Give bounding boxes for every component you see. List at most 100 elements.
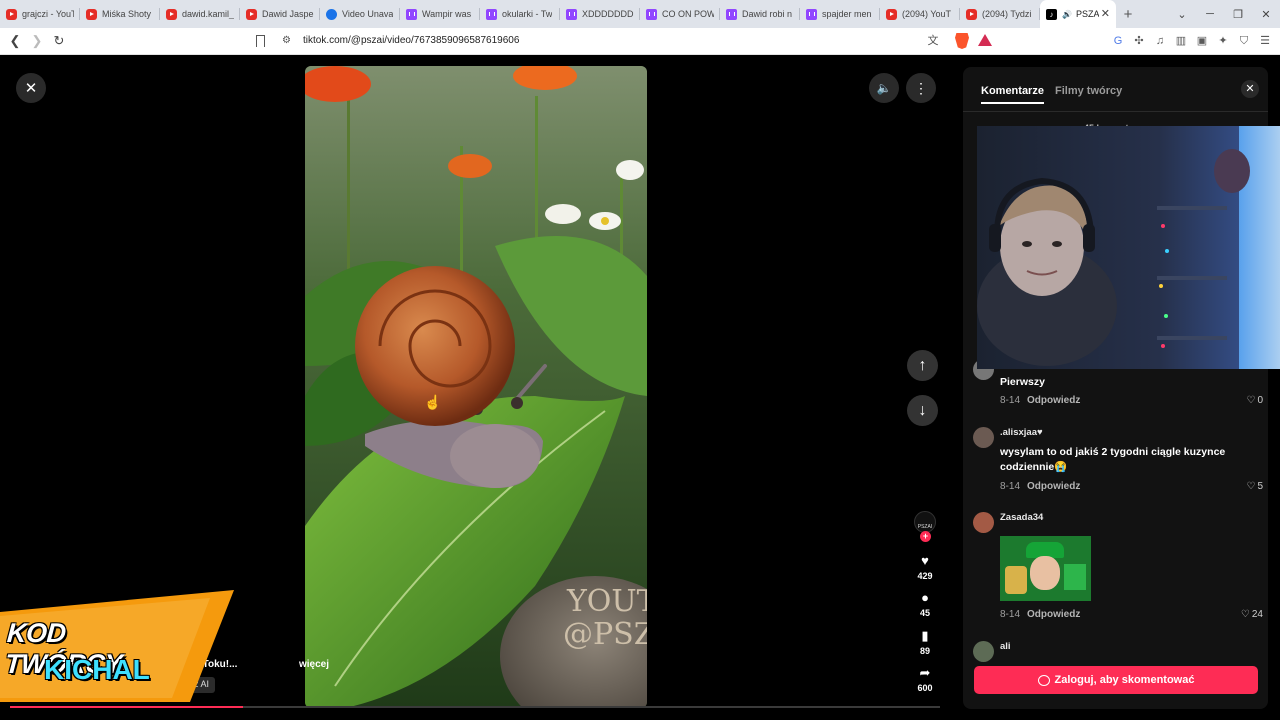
brave-shields-icon[interactable] — [955, 33, 969, 49]
tab-8[interactable]: XDDDDDDD — [560, 0, 640, 28]
tab-5[interactable]: Video Unava — [320, 0, 400, 28]
tab-3[interactable]: dawid.kamil_ — [160, 0, 240, 28]
tab-13[interactable]: (2094) Tydzi — [960, 0, 1040, 28]
volume-button[interactable]: 🔈 — [869, 73, 899, 103]
video-player[interactable]: YOUTU @PSZA — [305, 66, 647, 708]
heart-outline-icon: ♡ — [1246, 481, 1256, 492]
previous-video-button[interactable]: ↑ — [907, 350, 938, 381]
heart-outline-icon: ♡ — [1246, 395, 1256, 406]
tab-7[interactable]: okularki - Tw — [480, 0, 560, 28]
comment-count: 45 — [919, 608, 930, 618]
tab-9[interactable]: CO ON POW — [640, 0, 720, 28]
browser-tab-strip: grajczi - YouT Miśka Shoty dawid.kamil_ … — [0, 0, 1280, 28]
forward-icon[interactable]: ❯ — [27, 33, 47, 49]
chat-bubble-icon — [1037, 674, 1050, 686]
translate-ext-icon[interactable]: G — [1111, 34, 1125, 48]
tab-10[interactable]: Dawid robi n — [720, 0, 800, 28]
comment-like-button[interactable]: ♡ 0 — [1246, 395, 1263, 406]
webcam-overlay — [977, 126, 1280, 369]
new-tab-button[interactable]: + — [1116, 6, 1140, 23]
creator-avatar[interactable]: PSZAI — [914, 511, 936, 533]
tab-1[interactable]: grajczi - YouT — [0, 0, 80, 28]
tab-6[interactable]: Wampir was — [400, 0, 480, 28]
tab-2[interactable]: Miśka Shoty — [80, 0, 160, 28]
bookmark-icon[interactable] — [256, 35, 265, 51]
reply-button[interactable]: Odpowiedz — [1027, 395, 1080, 406]
sidebar-icon[interactable]: ▥ — [1174, 34, 1188, 48]
translate-icon[interactable]: 文 — [926, 34, 940, 48]
comment-like-button[interactable]: ♡ 5 — [1246, 481, 1263, 492]
comment-meta: 8-14 Odpowiedz — [1000, 395, 1081, 406]
comment-button[interactable]: ● 45 — [905, 591, 945, 619]
back-icon[interactable]: ❮ — [5, 33, 25, 49]
next-video-button[interactable]: ↓ — [907, 395, 938, 426]
tab-close-icon[interactable]: ✕ — [1101, 7, 1110, 20]
comment-username[interactable]: ali — [1000, 641, 1011, 652]
minimize-icon[interactable]: ─ — [1196, 8, 1224, 20]
video-progress-bar[interactable] — [10, 706, 940, 708]
leo-ai-icon[interactable]: ✦ — [1216, 34, 1230, 48]
reload-icon[interactable]: ↻ — [49, 33, 69, 49]
save-button[interactable]: ▮ 89 — [905, 628, 945, 657]
hand-cursor-icon: ☝ — [424, 394, 442, 410]
tab-comments[interactable]: Komentarze — [981, 85, 1044, 104]
comment-avatar[interactable] — [973, 427, 994, 448]
youtube-icon — [166, 8, 177, 20]
comment-avatar[interactable] — [973, 512, 994, 533]
share-button[interactable]: ➦ 600 — [905, 665, 945, 694]
twitch-icon — [806, 8, 817, 20]
like-count: 429 — [917, 571, 933, 581]
tab-4[interactable]: Dawid Jaspe — [240, 0, 320, 28]
heart-icon: ♥ — [921, 553, 929, 568]
video-frame-image: YOUTU @PSZA — [305, 66, 647, 708]
extensions-icon[interactable]: ✣ — [1132, 34, 1146, 48]
address-bar[interactable]: tiktok.com/@pszai/video/7673859096587619… — [303, 35, 519, 46]
comment-image[interactable] — [1000, 536, 1091, 601]
extension-icons: G ✣ ♫ ▥ ▣ ✦ ⛉ ☰ — [1111, 34, 1272, 48]
wallet-icon[interactable]: ▣ — [1195, 34, 1209, 48]
comment-text: wysylam to od jakiś 2 tygodni ciągle kuz… — [1000, 446, 1226, 473]
speaker-icon: 🔊 — [1062, 9, 1072, 19]
restore-icon[interactable]: ❐ — [1224, 8, 1252, 21]
youtube-icon — [246, 8, 257, 20]
like-button[interactable]: ♥ 429 — [905, 553, 945, 582]
window-controls: ⌄ ─ ❐ ✕ — [1168, 0, 1280, 28]
tab-tiktok-active[interactable]: ♪ 🔊 PSZA ✕ — [1040, 0, 1116, 28]
follow-plus-icon[interactable]: + — [920, 531, 931, 542]
close-window-icon[interactable]: ✕ — [1252, 8, 1280, 21]
tab-creator-videos[interactable]: Filmy twórcy — [1055, 85, 1122, 97]
browser-toolbar: ❮ ❯ ↻ ⚙ tiktok.com/@pszai/video/76738590… — [0, 28, 1280, 55]
comment-avatar[interactable] — [973, 641, 994, 662]
music-icon[interactable]: ♫ — [1153, 34, 1167, 48]
thumb-shape — [1005, 566, 1027, 594]
globe-icon — [326, 8, 337, 20]
panel-divider — [963, 111, 1268, 112]
tab-11[interactable]: spajder men — [800, 0, 880, 28]
menu-icon[interactable]: ☰ — [1258, 34, 1272, 48]
twitch-icon — [726, 8, 737, 20]
youtube-icon — [886, 8, 897, 20]
twitch-icon — [646, 8, 657, 20]
bookmark-save-icon: ▮ — [921, 628, 929, 643]
app-root: grajczi - YouT Miśka Shoty dawid.kamil_ … — [0, 0, 1280, 720]
reply-button[interactable]: Odpowiedz — [1027, 609, 1080, 620]
login-to-comment-button[interactable]: Zaloguj, aby skomentować — [974, 666, 1258, 694]
close-video-button[interactable]: ✕ — [16, 73, 46, 103]
close-panel-button[interactable]: ✕ — [1241, 80, 1259, 98]
comment-username[interactable]: Zasada34 — [1000, 512, 1043, 523]
tab-search-icon[interactable]: ⌄ — [1168, 8, 1196, 21]
youtube-icon — [6, 8, 17, 20]
comment-meta: 8-14 Odpowiedz — [1000, 609, 1081, 620]
comment-like-button[interactable]: ♡ 24 — [1241, 609, 1263, 620]
money-shape — [1064, 564, 1086, 590]
stone-text-line2: @PSZA — [563, 617, 647, 652]
more-options-button[interactable]: ⋮ — [906, 73, 936, 103]
reply-button[interactable]: Odpowiedz — [1027, 481, 1080, 492]
vpn-icon[interactable]: ⛉ — [1237, 34, 1251, 48]
comment-username[interactable]: .alisxjaa♥︎ — [1000, 427, 1043, 438]
share-icon: ➦ — [919, 665, 931, 680]
brave-rewards-icon[interactable] — [978, 34, 992, 46]
caption-more-link[interactable]: więcej — [299, 659, 329, 670]
site-info-icon[interactable]: ⚙ — [282, 35, 291, 46]
tab-12[interactable]: (2094) YouT — [880, 0, 960, 28]
